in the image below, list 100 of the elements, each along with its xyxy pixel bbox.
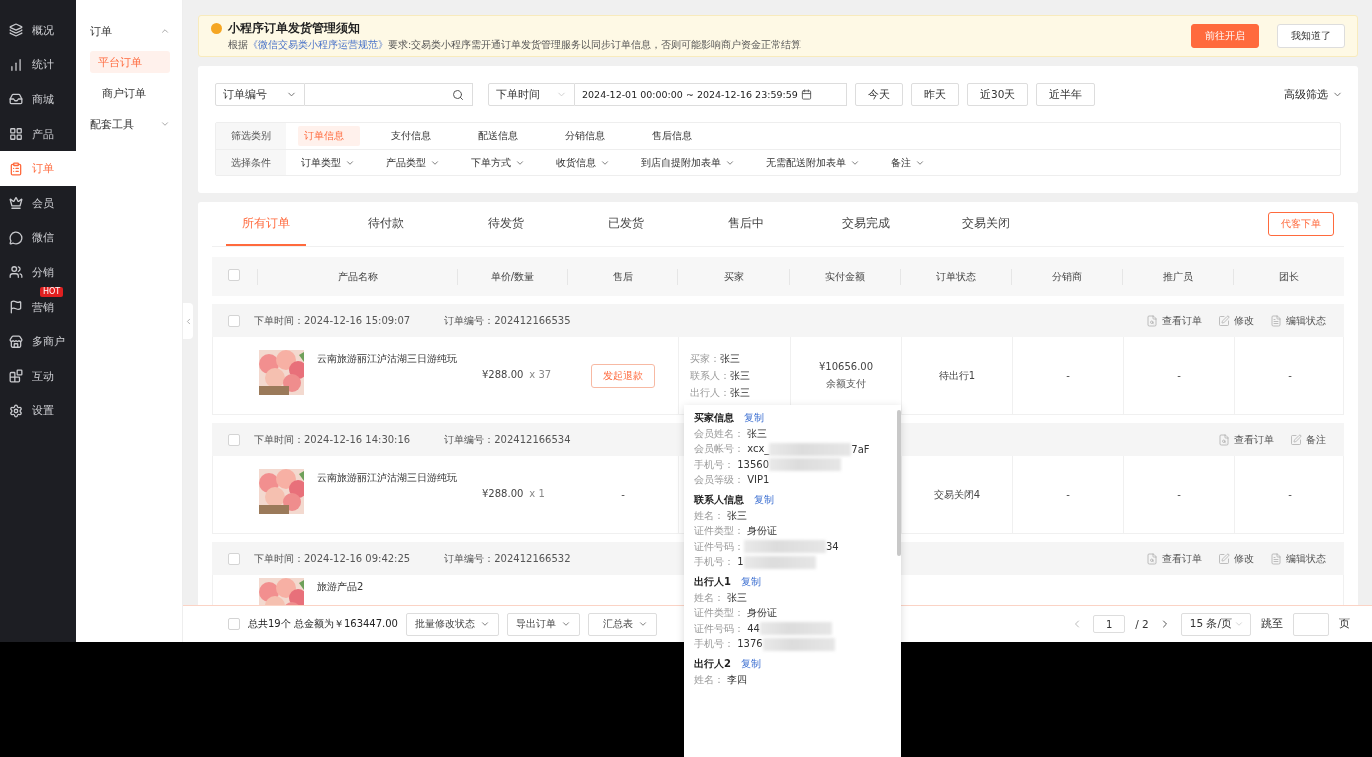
filter-category[interactable]: 分销信息 <box>559 126 621 146</box>
order-action-link[interactable]: 查看订单 <box>1146 313 1202 328</box>
order-summary: 总共19个 总金额为￥163447.00 <box>248 617 398 631</box>
condition-dropdown[interactable]: 收货信息 <box>556 155 610 170</box>
date-range-field[interactable]: 2024-12-01 00:00:00 ~ 2024-12-16 23:59:59 <box>575 83 847 106</box>
info-line: 证件类型： 身份证 <box>694 524 778 539</box>
condition-dropdown[interactable]: 订单类型 <box>301 155 355 170</box>
page-total: / 2 <box>1135 618 1149 630</box>
condition-dropdown[interactable]: 下单方式 <box>471 155 525 170</box>
filter-category[interactable]: 支付信息 <box>385 126 447 146</box>
column-header: 产品名称 <box>257 268 457 285</box>
sidebar-item[interactable]: 产品 <box>0 116 76 152</box>
sidebar-item[interactable]: 多商户 <box>0 324 76 359</box>
bulk-action-dropdown[interactable]: 导出订单 <box>507 612 580 636</box>
page-unit: 页 <box>1339 617 1350 631</box>
filter-category[interactable]: 配送信息 <box>472 126 534 146</box>
condition-dropdown[interactable]: 备注 <box>891 155 925 170</box>
info-line: 姓名： 张三 <box>694 508 748 523</box>
order-action-link[interactable]: 修改 <box>1218 551 1254 566</box>
order-action-link[interactable]: 编辑状态 <box>1270 551 1326 566</box>
column-header: 实付金额 <box>789 268 900 285</box>
column-header: 售后 <box>567 268 677 285</box>
sidebar-item[interactable]: 设置 <box>0 393 76 429</box>
table-cell: - <box>621 489 625 500</box>
info-line: 姓名： 张三 <box>694 590 748 605</box>
table-cell: - <box>1288 489 1292 500</box>
filter-category[interactable]: 售后信息 <box>646 126 708 146</box>
info-line: 证件类型： 身份证 <box>694 606 778 621</box>
order-time: 下单时间：2024-12-16 15:09:07 <box>254 313 411 328</box>
sidebar-item[interactable]: 概况 <box>0 13 76 48</box>
quick-range-button[interactable]: 昨天 <box>911 83 959 106</box>
info-line: 证件号码： <box>694 539 744 554</box>
info-line: 手机号： 1 <box>694 555 744 570</box>
buyer-line: 联系人：张三 <box>690 368 751 383</box>
regulation-link[interactable]: 《微信交易类小程序运营规范》 <box>248 38 388 50</box>
bulk-action-dropdown[interactable]: 批量修改状态 <box>406 612 499 636</box>
table-cell: - <box>1177 489 1181 500</box>
sidebar-item[interactable]: 互动 <box>0 358 76 394</box>
copy-link[interactable]: 复制 <box>754 492 774 507</box>
order-status: 交易关闭4 <box>933 487 981 502</box>
buyer-line: 买家：张三 <box>690 351 741 366</box>
unit-price: ¥288.00 <box>482 369 524 380</box>
order-tab[interactable]: 待付款 <box>346 202 426 246</box>
submenu-group[interactable]: 配套工具 <box>90 113 170 135</box>
order-tab[interactable]: 已发货 <box>586 202 666 246</box>
condition-dropdown[interactable]: 无需配送附加表单 <box>766 155 860 170</box>
column-header: 团长 <box>1233 268 1344 285</box>
column-header: 订单状态 <box>900 268 1011 285</box>
sidebar-item[interactable]: 微信 <box>0 220 76 256</box>
quick-range-button[interactable]: 近30天 <box>967 83 1029 106</box>
section-title: 买家信息 <box>694 410 734 425</box>
copy-link[interactable]: 复制 <box>744 410 764 425</box>
product-name: 云南旅游丽江泸沽湖三日游纯玩 <box>317 471 457 485</box>
order-action-link[interactable]: 编辑状态 <box>1270 313 1326 328</box>
submenu-group[interactable]: 订单 <box>90 20 170 42</box>
paid-amount: ¥10656.00 <box>818 360 874 372</box>
page-size-select[interactable]: 15 条/页 <box>1180 612 1251 636</box>
quick-range-button[interactable]: 近半年 <box>1036 83 1096 106</box>
section-title: 出行人1 <box>694 574 731 589</box>
notice-button[interactable]: 我知道了 <box>1277 24 1345 48</box>
order-status: 待出行1 <box>938 368 976 383</box>
info-line: 姓名： 李四 <box>694 672 748 687</box>
order-time: 下单时间：2024-12-16 14:30:16 <box>254 432 411 447</box>
quick-range-button[interactable]: 今天 <box>855 83 903 106</box>
order-action-link[interactable]: 查看订单 <box>1146 551 1202 566</box>
info-line: 会员等级： VIP1 <box>694 473 770 488</box>
info-line: 会员姓名： 张三 <box>694 426 768 441</box>
order-action-link[interactable]: 查看订单 <box>1218 432 1274 447</box>
order-action-link[interactable]: 备注 <box>1290 432 1326 447</box>
order-tab[interactable]: 交易关闭 <box>946 202 1026 246</box>
order-tab[interactable]: 售后中 <box>706 202 786 246</box>
time-select[interactable]: 下单时间 <box>488 83 575 106</box>
sidebar-item[interactable]: 会员 <box>0 185 76 221</box>
sidebar-item[interactable]: 商城 <box>0 82 76 117</box>
info-line: 会员帐号： xcx_ <box>694 442 770 457</box>
filter-label: 选择条件 <box>216 150 286 175</box>
order-tab[interactable]: 待发货 <box>466 202 546 246</box>
sidebar-item[interactable]: HOT 营销 <box>0 289 76 325</box>
advanced-filter-toggle[interactable]: 高级筛选 <box>1284 87 1343 102</box>
unit-price: ¥288.00 <box>482 488 524 499</box>
column-header: 分销商 <box>1011 268 1122 285</box>
order-number: 订单编号：202412166532 <box>444 551 571 566</box>
copy-link[interactable]: 复制 <box>740 574 761 589</box>
order-tab[interactable]: 交易完成 <box>826 202 906 246</box>
table-cell: - <box>1288 370 1292 381</box>
order-time: 下单时间：2024-12-16 09:42:25 <box>254 551 411 566</box>
sidebar-item[interactable]: 统计 <box>0 47 76 83</box>
submenu-item[interactable]: 商户订单 <box>90 82 170 104</box>
bulk-action-dropdown[interactable]: 汇总表 <box>588 612 657 636</box>
page-input[interactable]: 1 <box>1093 615 1126 633</box>
product-name: 旅游产品2 <box>317 580 364 594</box>
table-cell: - <box>1066 489 1070 500</box>
jump-label: 跳至 <box>1261 617 1283 631</box>
copy-link[interactable]: 复制 <box>740 656 761 671</box>
condition-dropdown[interactable]: 产品类型 <box>386 155 440 170</box>
order-action-link[interactable]: 修改 <box>1218 313 1254 328</box>
table-cell: - <box>1066 370 1070 381</box>
section-title: 出行人2 <box>694 656 731 671</box>
condition-dropdown[interactable]: 到店自提附加表单 <box>641 155 735 170</box>
field-select[interactable]: 订单编号 <box>215 83 305 106</box>
